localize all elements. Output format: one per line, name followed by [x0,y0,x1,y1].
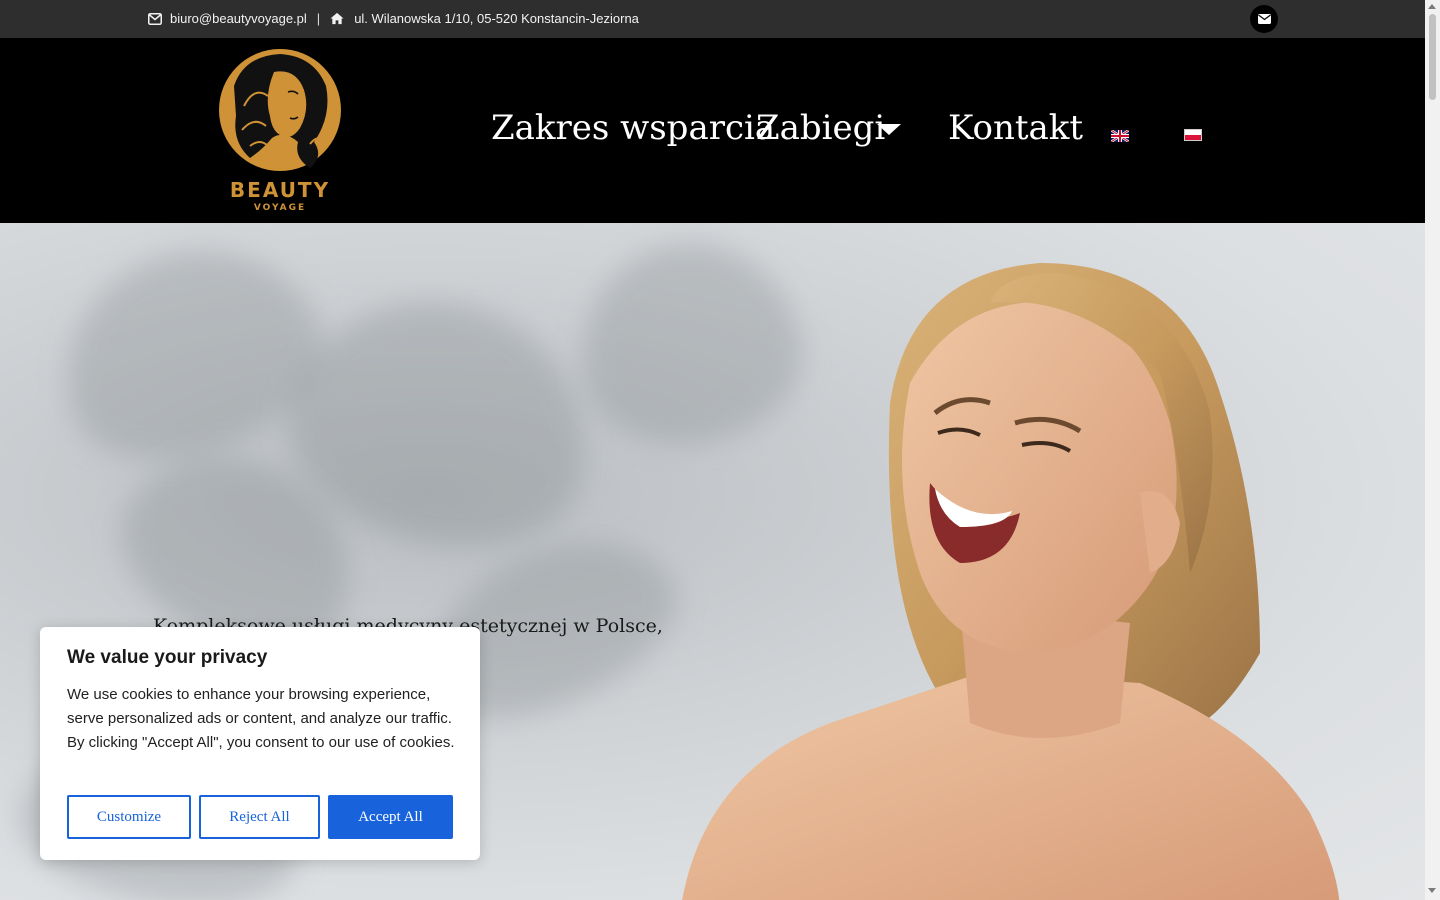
cookie-consent-dialog: We value your privacy We use cookies to … [40,627,480,860]
logo-text-voyage: VOYAGE [253,203,307,213]
envelope-icon [1257,12,1271,27]
customize-button[interactable]: Customize [67,795,191,839]
reject-all-button[interactable]: Reject All [199,795,320,839]
chevron-down-icon[interactable] [877,124,901,135]
site-header: BEAUTY VOYAGE Zakres wsparcia Zabiegi Ko… [0,38,1425,223]
page-scrollbar[interactable] [1425,0,1440,900]
mail-social-button[interactable] [1250,5,1278,33]
email-link[interactable]: biuro@beautyvoyage.pl [170,11,307,26]
cookie-title: We value your privacy [67,647,268,668]
pl-flag-icon[interactable] [1184,129,1202,141]
nav-item-zakres-wsparcia[interactable]: Zakres wsparcia [491,108,775,148]
home-icon [330,12,344,26]
hero-portrait-image [682,263,1340,900]
top-info-bar: biuro@beautyvoyage.pl | ul. Wilanowska 1… [0,0,1425,38]
logo-emblem [219,49,341,171]
accept-all-button[interactable]: Accept All [328,795,453,839]
separator: | [316,11,321,26]
logo-text-beauty: BEAUTY [229,178,331,202]
cookie-body: We use cookies to enhance your browsing … [67,686,455,751]
nav-item-zabiegi[interactable]: Zabiegi [756,108,885,148]
nav-item-kontakt[interactable]: Kontakt [948,108,1083,148]
en-flag-icon[interactable] [1110,129,1130,143]
address-text: ul. Wilanowska 1/10, 05-520 Konstancin-J… [354,11,639,26]
scrollbar-thumb[interactable] [1429,14,1436,100]
contact-info: biuro@beautyvoyage.pl | ul. Wilanowska 1… [148,11,639,26]
site-logo[interactable]: BEAUTY VOYAGE [214,46,346,216]
envelope-icon [148,12,162,26]
scroll-down-arrow-icon[interactable] [1428,888,1436,893]
scroll-up-arrow-icon[interactable] [1428,4,1436,9]
